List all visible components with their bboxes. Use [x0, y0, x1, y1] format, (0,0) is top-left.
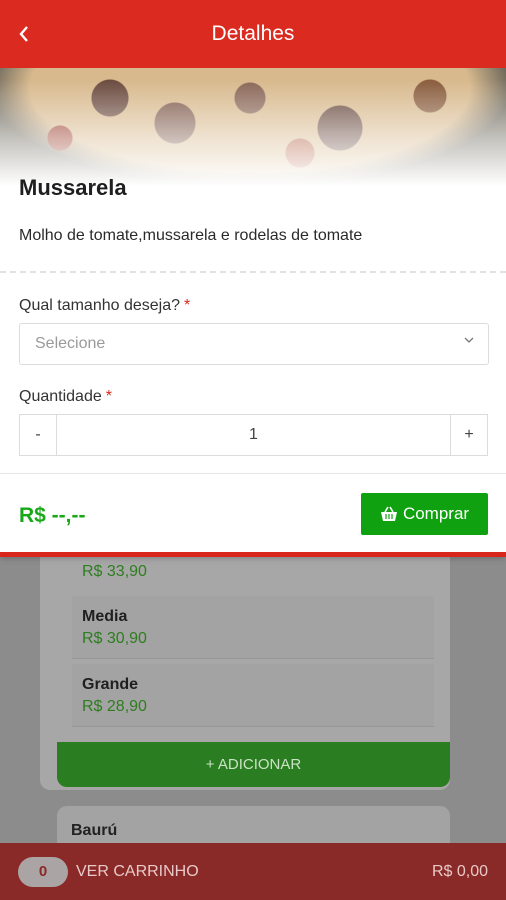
background-next-card-title: Baurú [71, 822, 118, 839]
required-asterisk: * [184, 297, 191, 314]
chevron-left-icon [19, 26, 28, 42]
background-option-name: Media [82, 608, 128, 625]
background-option-grande: Grande R$ 28,90 [72, 664, 434, 727]
size-label: Qual tamanho deseja? [19, 297, 180, 314]
background-option-name: Grande [82, 676, 139, 693]
product-image [0, 68, 506, 186]
size-label-row: Qual tamanho deseja? * [19, 297, 190, 315]
buy-button[interactable]: Comprar [361, 493, 488, 535]
size-select[interactable]: Selecione [19, 323, 489, 365]
quantity-decrease-button[interactable]: - [20, 415, 57, 455]
cart-total: R$ 0,00 [431, 862, 488, 880]
modal-bottom-border [0, 552, 506, 557]
basket-icon [380, 506, 397, 521]
quantity-stepper: - 1 + [19, 414, 488, 456]
quantity-increase-button[interactable]: + [450, 415, 487, 455]
back-button[interactable] [10, 20, 38, 48]
top-bar: Detalhes [0, 0, 506, 68]
buy-button-label: Comprar [402, 504, 470, 523]
total-price: R$ --,-- [19, 504, 86, 527]
background-add-button: + ADICIONAR [57, 742, 450, 787]
view-cart-label[interactable]: VER CARRINHO [76, 863, 199, 881]
required-asterisk: * [105, 388, 112, 405]
background-option-price: R$ 33,90 [82, 563, 147, 580]
cart-bar[interactable]: 0 VER CARRINHO R$ 0,00 [0, 843, 506, 900]
quantity-value[interactable]: 1 [57, 415, 450, 455]
divider [0, 271, 506, 273]
cart-count-badge: 0 [18, 856, 68, 887]
background-option-price: R$ 28,90 [82, 698, 147, 715]
quantity-label-row: Quantidade * [19, 388, 112, 406]
page-title: Detalhes [211, 22, 295, 45]
background-option-media: Media R$ 30,90 [72, 596, 434, 659]
product-name: Mussarela [19, 175, 127, 200]
background-option-price: R$ 30,90 [82, 630, 147, 647]
size-select-placeholder: Selecione [35, 335, 106, 352]
product-image-fade [0, 68, 506, 186]
product-description: Molho de tomate,mussarela e rodelas de t… [19, 227, 363, 244]
chevron-down-icon [464, 337, 474, 343]
quantity-label: Quantidade [19, 388, 102, 405]
product-details-modal: Detalhes Mussarela Molho de tomate,mussa… [0, 0, 506, 554]
divider [0, 473, 506, 474]
